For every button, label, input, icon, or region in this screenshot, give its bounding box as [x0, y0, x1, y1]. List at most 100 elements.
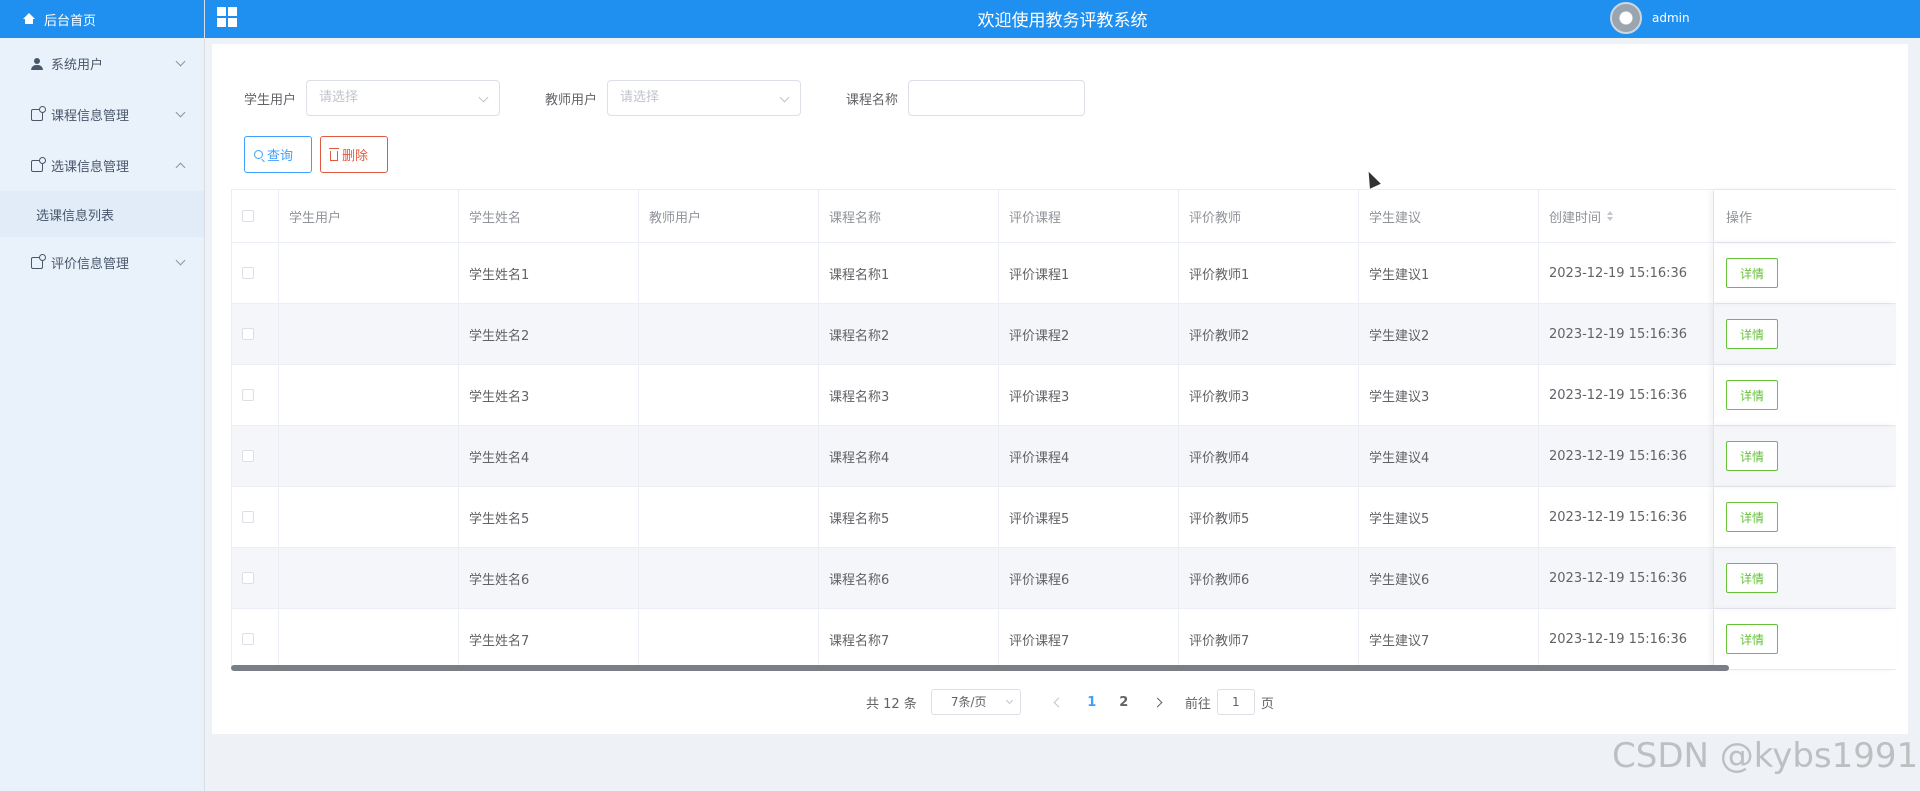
goto-label: 前往	[1184, 696, 1211, 712]
action-cell: 详情	[1714, 609, 1896, 669]
column-header: 评价课程	[999, 190, 1179, 242]
table-cell: 评价课程3	[999, 365, 1179, 425]
table-cell: 学生建议7	[1359, 609, 1539, 669]
row-checkbox[interactable]	[242, 450, 254, 462]
row-select-cell	[231, 609, 279, 669]
detail-button[interactable]: 详情	[1726, 563, 1778, 593]
course-name-input[interactable]	[908, 80, 1086, 116]
pagination: 共 12 条 7条/页 1 2 前往 1 页	[866, 689, 1274, 715]
detail-button[interactable]: 详情	[1726, 624, 1778, 654]
table-cell: 学生姓名5	[459, 487, 639, 547]
sidebar-item-course-info[interactable]: 课程信息管理	[0, 89, 204, 140]
sort-icon[interactable]	[1607, 211, 1614, 221]
column-header: 评价教师	[1179, 190, 1359, 242]
page-number-2[interactable]: 2	[1108, 695, 1140, 710]
scrollbar-thumb[interactable]	[231, 665, 1729, 671]
table-cell: 学生姓名7	[459, 609, 639, 669]
table-row: 学生姓名7 课程名称7 评价课程7 评价教师7 学生建议7 2023-12-19 15:1…	[231, 609, 1896, 670]
action-cell: 详情	[1714, 548, 1896, 608]
row-select-cell	[231, 243, 279, 303]
detail-button[interactable]: 详情	[1726, 502, 1778, 532]
detail-button[interactable]: 详情	[1726, 258, 1778, 288]
table-cell: 2023-12-19 15:16:36	[1539, 365, 1714, 425]
action-cell: 详情	[1714, 304, 1896, 364]
table-cell: 评价课程2	[999, 304, 1179, 364]
chevron-down-icon	[175, 107, 186, 118]
search-button[interactable]: 查询	[244, 136, 312, 173]
column-header: 学生姓名	[459, 190, 639, 242]
table-cell: 课程名称4	[819, 426, 999, 486]
column-header-label: 创建时间	[1549, 210, 1602, 226]
goto-page-input[interactable]: 1	[1216, 689, 1255, 715]
select-all-checkbox[interactable]	[242, 210, 254, 222]
sidebar-item-label: 评价信息管理	[51, 257, 130, 272]
chevron-down-icon	[779, 92, 790, 103]
column-header-created[interactable]: 创建时间	[1539, 190, 1714, 242]
student-user-select[interactable]: 请选择	[306, 80, 501, 116]
table-cell: 学生姓名3	[459, 365, 639, 425]
avatar[interactable]	[1610, 2, 1642, 34]
sidebar-item-label: 选课信息管理	[51, 160, 130, 175]
table-cell: 学生建议3	[1359, 365, 1539, 425]
table-cell: 学生姓名4	[459, 426, 639, 486]
table-cell	[639, 609, 819, 669]
table-cell: 评价教师5	[1179, 487, 1359, 547]
sidebar-subitem-selection-list[interactable]: 选课信息列表	[0, 191, 204, 237]
page-suffix-label: 页	[1260, 696, 1274, 712]
row-checkbox[interactable]	[242, 389, 254, 401]
box-icon	[31, 156, 46, 172]
table-cell: 学生建议1	[1359, 243, 1539, 303]
chevron-up-icon	[175, 162, 186, 173]
table-row: 学生姓名3 课程名称3 评价课程3 评价教师3 学生建议3 2023-12-19 15:1…	[231, 365, 1896, 426]
table-row: 学生姓名5 课程名称5 评价课程5 评价教师5 学生建议5 2023-12-19 15:1…	[231, 487, 1896, 548]
trash-icon	[329, 147, 339, 161]
sidebar-item-evaluation-info[interactable]: 评价信息管理	[0, 237, 204, 288]
detail-button[interactable]: 详情	[1726, 441, 1778, 471]
column-header: 课程名称	[819, 190, 999, 242]
page-number-1[interactable]: 1	[1076, 695, 1108, 710]
table-cell: 课程名称1	[819, 243, 999, 303]
table-row: 学生姓名4 课程名称4 评价课程4 评价教师4 学生建议4 2023-12-19 15:1…	[231, 426, 1896, 487]
teacher-user-placeholder: 请选择	[620, 90, 660, 105]
horizontal-scrollbar[interactable]	[231, 664, 1896, 672]
table-cell	[639, 487, 819, 547]
table-cell	[279, 548, 459, 608]
course-name-label: 课程名称	[846, 92, 899, 108]
table-cell: 2023-12-19 15:16:36	[1539, 487, 1714, 547]
next-page-icon[interactable]	[1152, 697, 1163, 707]
teacher-user-select[interactable]: 请选择	[607, 80, 802, 116]
column-header: 教师用户	[639, 190, 819, 242]
row-checkbox[interactable]	[242, 511, 254, 523]
table-cell: 学生姓名1	[459, 243, 639, 303]
table-cell: 2023-12-19 15:16:36	[1539, 304, 1714, 364]
delete-button[interactable]: 删除	[320, 136, 388, 173]
table-cell	[639, 304, 819, 364]
sidebar-item-system-users[interactable]: 系统用户	[0, 38, 204, 89]
table-cell: 学生姓名6	[459, 548, 639, 608]
sidebar-home[interactable]: 后台首页	[0, 0, 204, 38]
row-checkbox[interactable]	[242, 572, 254, 584]
search-icon	[254, 150, 263, 159]
table-cell: 评价教师4	[1179, 426, 1359, 486]
chevron-down-icon	[1005, 696, 1013, 705]
table-cell: 评价教师2	[1179, 304, 1359, 364]
chevron-down-icon	[478, 92, 489, 103]
table-cell	[279, 304, 459, 364]
page-size-select[interactable]: 7条/页	[930, 689, 1021, 715]
detail-button[interactable]: 详情	[1726, 319, 1778, 349]
row-checkbox[interactable]	[242, 633, 254, 645]
column-header: 操作	[1714, 190, 1896, 242]
prev-page-icon[interactable]	[1053, 697, 1064, 707]
username[interactable]: admin	[1652, 11, 1690, 25]
table-cell	[279, 487, 459, 547]
table-cell: 评价课程7	[999, 609, 1179, 669]
sidebar-item-course-selection[interactable]: 选课信息管理	[0, 140, 204, 191]
chevron-down-icon	[175, 255, 186, 266]
sidebar: 后台首页 系统用户 课程信息管理 选课信息管理 选课信息列表 评价信息管理	[0, 0, 205, 791]
row-checkbox[interactable]	[242, 328, 254, 340]
page-size-value: 7条/页	[950, 695, 987, 709]
table-cell: 2023-12-19 15:16:36	[1539, 609, 1714, 669]
row-checkbox[interactable]	[242, 267, 254, 279]
detail-button[interactable]: 详情	[1726, 380, 1778, 410]
table-cell	[279, 243, 459, 303]
